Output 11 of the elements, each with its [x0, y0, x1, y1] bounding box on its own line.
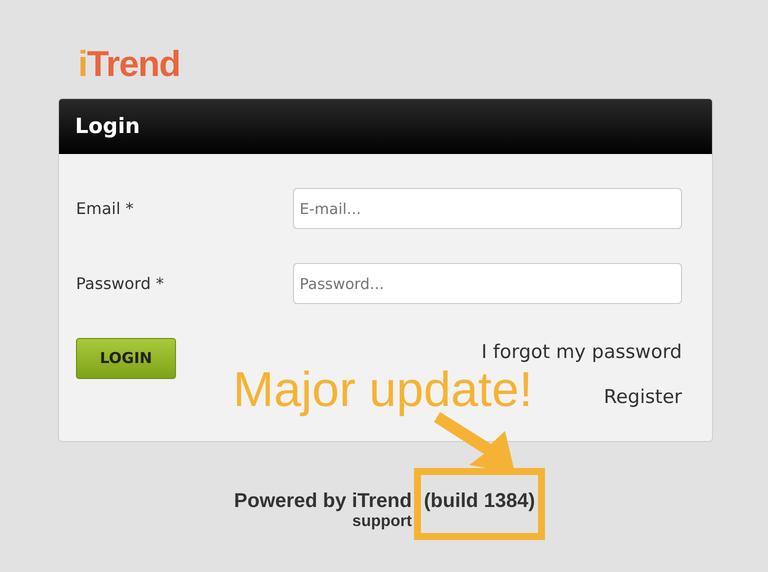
login-button[interactable]: LOGIN: [76, 338, 176, 379]
support-link[interactable]: support: [352, 512, 412, 532]
logo: iTrend: [78, 44, 180, 84]
password-field[interactable]: Password...: [292, 263, 682, 304]
email-label: Email *: [76, 198, 134, 220]
register-link[interactable]: Register: [604, 382, 682, 411]
powered-by-text: Powered by iTrend: [234, 490, 412, 512]
build-number: (build 1384): [424, 490, 535, 512]
password-label: Password *: [76, 272, 165, 294]
email-field[interactable]: E-mail...: [292, 188, 682, 229]
panel-title: Login: [75, 112, 140, 140]
